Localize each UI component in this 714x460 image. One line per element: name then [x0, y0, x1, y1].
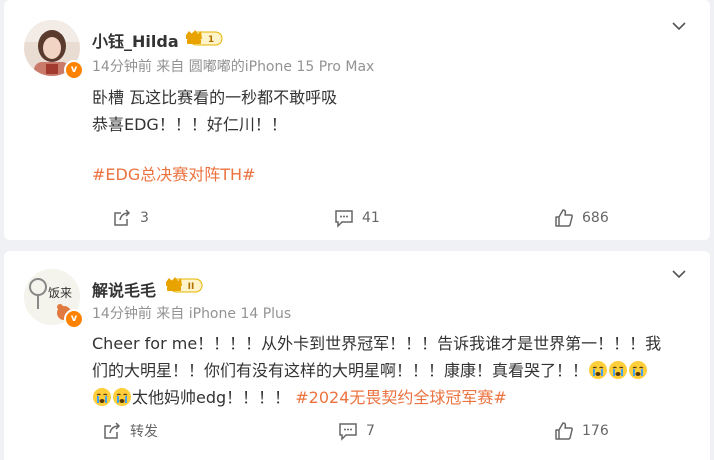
author-name[interactable]: 解说毛毛 — [92, 277, 156, 301]
chevron-down-icon[interactable] — [671, 18, 687, 34]
chevron-down-icon[interactable] — [671, 266, 687, 282]
hashtag-link[interactable]: #2024无畏契约全球冠军赛# — [295, 388, 507, 407]
level-badge-text: 1 — [208, 35, 214, 45]
level-badge-text: II — [188, 282, 195, 292]
post-source: 来自 iPhone 14 Plus — [156, 306, 292, 322]
comment-icon — [335, 210, 353, 228]
post-time[interactable]: 14分钟前 — [92, 306, 152, 322]
comment-button[interactable]: 41 — [334, 208, 380, 228]
crying-emoji-icon — [113, 388, 131, 406]
post-source: 来自 圆嘟嘟的iPhone 15 Pro Max — [156, 59, 375, 75]
level-badge-icon: 1 — [186, 30, 223, 46]
crying-emoji-icon — [609, 361, 628, 379]
post-text-line-2: 恭喜EDG！！！好仁川！！ — [92, 115, 287, 134]
post-meta: 14分钟前 来自 iPhone 14 Plus — [92, 303, 291, 323]
post-text-line-3-body: 太他妈帅edg！！！！ — [132, 388, 291, 407]
post-text-line-2-body: 们的大明星！！你们有没有这样的大明星啊！！！康康！真看哭了！！ — [92, 361, 589, 380]
comment-count: 41 — [362, 210, 380, 226]
post-card-2: 饭来 v 解说毛毛 II 14分钟前 来自 iPhone 14 Plus Che… — [4, 251, 710, 460]
like-button[interactable]: 176 — [554, 421, 609, 441]
comment-icon — [339, 423, 357, 441]
like-count: 686 — [582, 210, 609, 226]
post-text-line-2: 们的大明星！！你们有没有这样的大明星啊！！！康康！真看哭了！！ — [92, 357, 648, 384]
avatar-text: 饭来 — [48, 286, 73, 300]
post-card-1: v 小钰_Hilda 1 14分钟前 来自 圆嘟嘟的iPhone 15 Pro … — [4, 0, 710, 240]
like-button[interactable]: 686 — [554, 208, 609, 228]
post-time[interactable]: 14分钟前 — [92, 59, 152, 75]
repost-icon — [104, 422, 121, 439]
level-badge-icon: II — [166, 277, 203, 293]
thumbs-up-icon — [555, 422, 573, 440]
repost-icon — [114, 209, 131, 226]
post-text-line-3: 太他妈帅edg！！！！ #2024无畏契约全球冠军赛# — [92, 384, 507, 411]
crying-emoji-icon — [93, 388, 111, 406]
crying-emoji-icon — [589, 361, 608, 379]
post-text-line-1: Cheer for me！！！！从外卡到世界冠军！！！告诉我谁才是世界第一！！！… — [92, 334, 662, 353]
post-text-line-1: 卧槽 瓦这比赛看的一秒都不敢呼吸 — [92, 88, 338, 107]
author-name[interactable]: 小钰_Hilda — [92, 28, 179, 52]
comment-count: 7 — [366, 423, 375, 439]
verified-icon: v — [64, 309, 84, 329]
crying-emoji-icon — [629, 361, 648, 379]
repost-label: 转发 — [130, 424, 158, 440]
thumbs-up-icon — [555, 209, 573, 227]
repost-button[interactable]: 3 — [112, 208, 149, 228]
repost-count: 3 — [140, 210, 149, 226]
comment-button[interactable]: 7 — [338, 421, 375, 441]
verified-icon: v — [64, 60, 84, 80]
post-meta: 14分钟前 来自 圆嘟嘟的iPhone 15 Pro Max — [92, 56, 374, 76]
hashtag-link[interactable]: #EDG总决赛对阵TH# — [92, 161, 255, 188]
like-count: 176 — [582, 423, 609, 439]
repost-button[interactable]: 转发 — [102, 421, 158, 441]
